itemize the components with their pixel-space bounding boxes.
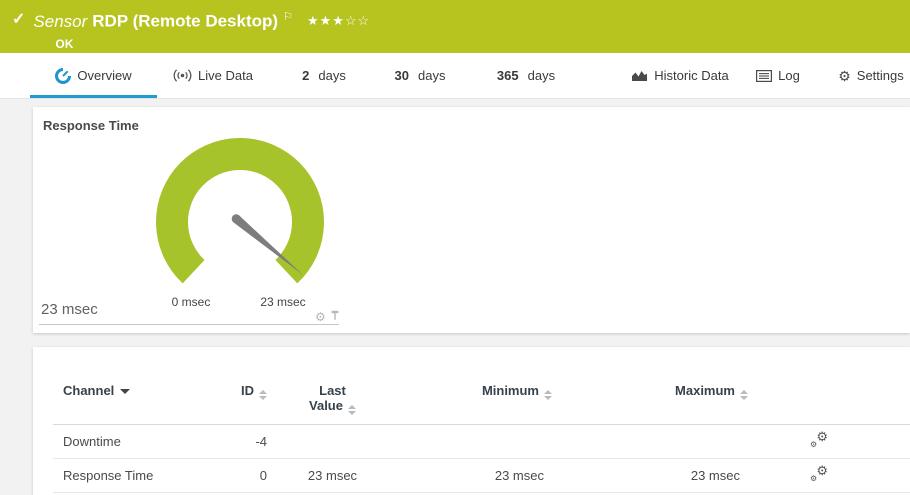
area-chart-icon <box>631 69 648 82</box>
gauge-current-value: 23 msec <box>41 301 98 318</box>
sort-toggle-icon[interactable] <box>740 390 748 400</box>
log-list-icon <box>756 70 772 82</box>
gauge-max-label: 23 msec <box>252 295 314 309</box>
channel-row-downtime: Downtime -4 ⚙⚙ <box>53 425 910 459</box>
column-header-value-label: Value <box>309 398 343 413</box>
column-header-id-label: ID <box>241 383 254 398</box>
tab-2-days-label: days <box>318 68 345 83</box>
tab-overview-label: Overview <box>77 68 131 83</box>
channel-minimum-cell: 23 msec <box>398 459 552 493</box>
tab-settings-label: Settings <box>857 68 904 83</box>
channel-maximum-cell <box>552 425 748 459</box>
column-header-id[interactable]: ID <box>203 383 267 425</box>
flag-icon[interactable]: ⚐ <box>283 11 293 23</box>
channel-settings-gears-icon[interactable]: ⚙⚙ <box>810 432 828 448</box>
response-time-gauge <box>156 138 324 306</box>
tile-settings-gear-icon[interactable]: ⚙ <box>315 311 326 323</box>
sort-toggle-icon[interactable] <box>348 405 356 415</box>
stars-filled[interactable]: ★★★ <box>307 13 345 28</box>
tab-2-days-number: 2 <box>302 68 309 83</box>
channel-id-cell: -4 <box>203 425 267 459</box>
gauge-tile-divider <box>39 324 339 325</box>
status-ok-check-icon: ✓ <box>12 9 25 29</box>
priority-stars[interactable]: ★★★☆☆ <box>307 13 370 28</box>
gear-icon: ⚙ <box>838 69 851 83</box>
tab-30-days[interactable]: 30 days <box>391 53 449 98</box>
sensor-title: RDP (Remote Desktop) <box>92 12 278 31</box>
tab-log-label: Log <box>778 68 800 83</box>
tab-log[interactable]: Log <box>750 53 806 98</box>
channel-table-panel: Channel ID LastValue Minimum Maximum Dow… <box>33 347 910 495</box>
content-area: Response Time 0 msec 23 msec 23 msec ⚙ C… <box>0 100 910 495</box>
tab-365-days-label: days <box>528 68 555 83</box>
channel-maximum-cell: 23 msec <box>552 459 748 493</box>
sort-desc-icon[interactable] <box>120 389 130 394</box>
tab-30-days-label: days <box>418 68 445 83</box>
gauge-ring <box>172 154 308 272</box>
column-header-minimum-label: Minimum <box>482 383 539 398</box>
gauge-icon <box>55 68 71 84</box>
gauge-min-label: 0 msec <box>160 295 222 309</box>
sensor-status-badge: OK <box>55 37 370 51</box>
column-header-last-label: Last <box>319 383 346 398</box>
channel-last-value-cell <box>267 425 398 459</box>
tab-30-days-number: 30 <box>395 68 409 83</box>
sensor-header: ✓ Sensor RDP (Remote Desktop) ⚐ ★★★☆☆ OK <box>0 0 910 53</box>
tab-2-days[interactable]: 2 days <box>298 53 350 98</box>
column-header-maximum-label: Maximum <box>675 383 735 398</box>
tab-historic-data-label: Historic Data <box>654 68 728 83</box>
channel-name-cell[interactable]: Downtime <box>53 425 203 459</box>
channel-table: Channel ID LastValue Minimum Maximum Dow… <box>53 383 910 493</box>
column-header-maximum[interactable]: Maximum <box>552 383 748 425</box>
channel-id-cell: 0 <box>203 459 267 493</box>
gear-icon: ⚙ <box>810 475 817 483</box>
tab-settings[interactable]: ⚙ Settings <box>834 53 908 98</box>
column-header-channel-label: Channel <box>63 383 114 398</box>
stars-empty[interactable]: ☆☆ <box>345 13 370 28</box>
column-header-channel[interactable]: Channel <box>53 383 203 425</box>
sensor-title-line: Sensor RDP (Remote Desktop) ⚐ ★★★☆☆ <box>33 7 370 32</box>
channel-minimum-cell <box>398 425 552 459</box>
sensor-title-block: Sensor RDP (Remote Desktop) ⚐ ★★★☆☆ OK <box>33 7 370 51</box>
channel-settings-gears-icon[interactable]: ⚙⚙ <box>810 466 828 482</box>
tab-365-days-number: 365 <box>497 68 519 83</box>
sort-toggle-icon[interactable] <box>544 390 552 400</box>
tab-overview[interactable]: Overview <box>30 53 157 98</box>
tab-365-days[interactable]: 365 days <box>493 53 559 98</box>
gear-icon: ⚙ <box>810 441 817 449</box>
channel-row-response-time: Response Time 0 23 msec 23 msec 23 msec … <box>53 459 910 493</box>
sort-toggle-icon[interactable] <box>259 390 267 400</box>
gauge-tile-title: Response Time <box>43 118 139 133</box>
gear-icon: ⚙ <box>816 430 828 443</box>
channel-table-header-row: Channel ID LastValue Minimum Maximum <box>53 383 910 425</box>
column-header-minimum[interactable]: Minimum <box>398 383 552 425</box>
tab-historic-data[interactable]: Historic Data <box>620 53 740 98</box>
gear-icon: ⚙ <box>816 464 828 477</box>
column-header-last-value[interactable]: LastValue <box>267 383 398 425</box>
channel-name-cell[interactable]: Response Time <box>53 459 203 493</box>
sensor-kind-label: Sensor <box>33 12 87 31</box>
response-time-gauge-panel: Response Time 0 msec 23 msec 23 msec ⚙ <box>33 107 910 333</box>
channel-last-value-cell: 23 msec <box>267 459 398 493</box>
live-data-icon <box>173 69 192 82</box>
tab-bar: Overview Live Data 2 days 30 days 365 da… <box>0 53 910 99</box>
tab-live-data-label: Live Data <box>198 68 253 83</box>
tab-live-data[interactable]: Live Data <box>168 53 258 98</box>
